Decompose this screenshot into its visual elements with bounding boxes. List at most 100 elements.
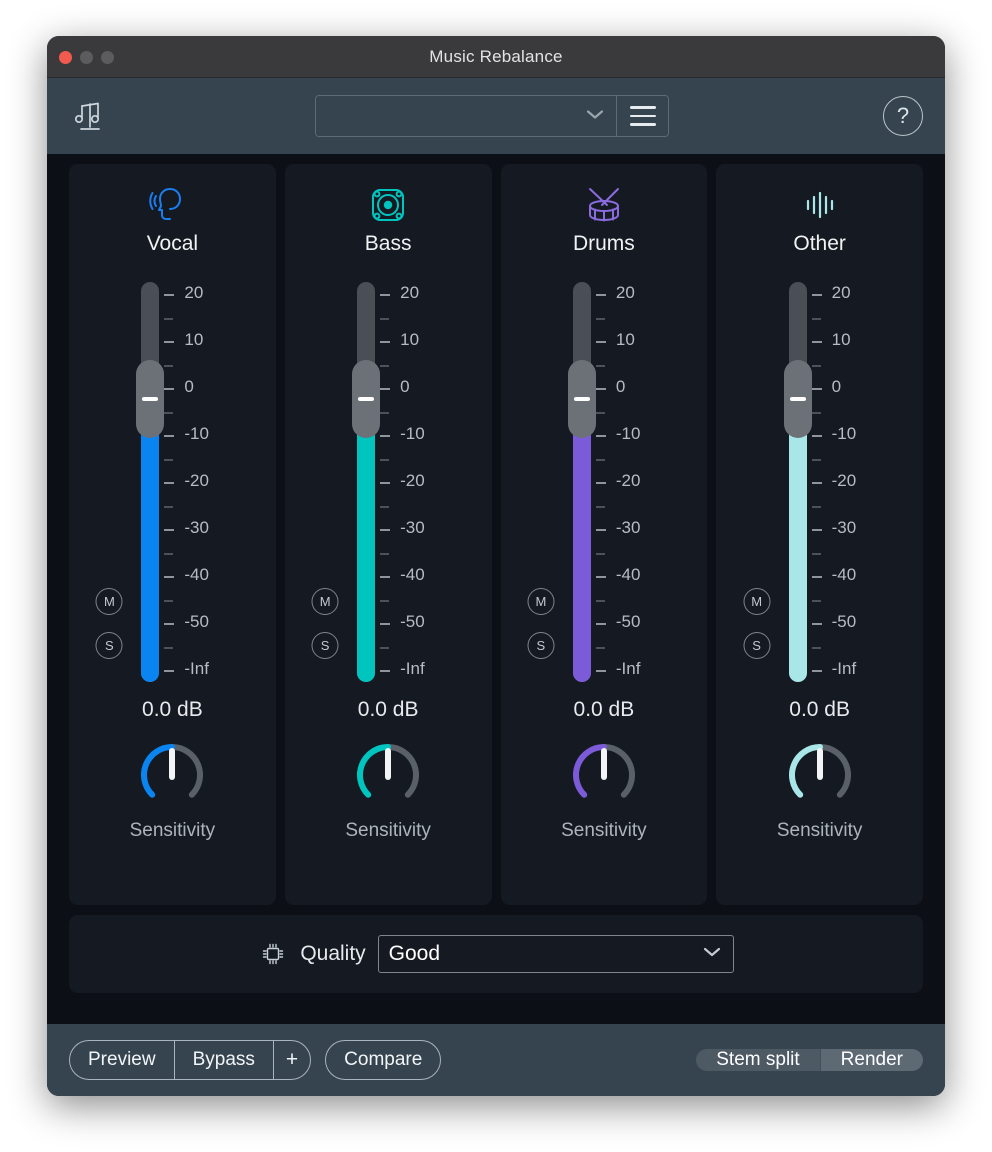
stem-split-button[interactable]: Stem split xyxy=(696,1049,819,1071)
preview-bypass-group: Preview Bypass + xyxy=(69,1040,311,1080)
scale-tick-major: -40 xyxy=(812,576,896,577)
solo-button[interactable]: S xyxy=(527,632,554,659)
scale-tick-label: 20 xyxy=(400,283,419,303)
scale-tick-major: -10 xyxy=(812,435,896,436)
channel-name: Vocal xyxy=(147,232,198,256)
sensitivity-knob[interactable] xyxy=(349,736,427,814)
scale-tick-minor xyxy=(380,459,464,460)
scale-tick-label: 10 xyxy=(616,330,635,350)
scale-tick-major: -Inf xyxy=(812,670,896,671)
knob-active-arc xyxy=(360,747,388,795)
solo-button[interactable]: S xyxy=(743,632,770,659)
help-button[interactable]: ? xyxy=(883,96,923,136)
solo-button[interactable]: S xyxy=(96,632,123,659)
speaker-icon xyxy=(366,180,410,230)
db-readout[interactable]: 0.0 dB xyxy=(358,698,419,722)
fader-handle[interactable] xyxy=(568,360,596,438)
scale-tick-minor xyxy=(812,647,896,648)
fader-handle[interactable] xyxy=(352,360,380,438)
knob-active-arc xyxy=(144,747,172,795)
scale-tick-minor xyxy=(812,506,896,507)
scale-tick-minor xyxy=(812,553,896,554)
scale-tick-major: 20 xyxy=(164,294,248,295)
scale-tick-minor xyxy=(596,600,680,601)
sensitivity-knob[interactable] xyxy=(781,736,859,814)
scale-tick-major: -30 xyxy=(164,529,248,530)
scale-tick-label: -40 xyxy=(400,565,425,585)
mute-solo-buttons: M S xyxy=(743,588,770,659)
quality-dropdown[interactable]: Good xyxy=(378,935,734,973)
window-title: Music Rebalance xyxy=(47,47,945,67)
scale-tick-major: -30 xyxy=(596,529,680,530)
sensitivity-knob[interactable] xyxy=(565,736,643,814)
plugin-window: Music Rebalance xyxy=(47,36,945,1096)
volume-fader[interactable] xyxy=(137,282,163,682)
scale-tick-label: -50 xyxy=(832,612,857,632)
solo-button[interactable]: S xyxy=(312,632,339,659)
compare-button[interactable]: Compare xyxy=(326,1041,440,1079)
preview-button[interactable]: Preview xyxy=(70,1041,174,1079)
fader-fill xyxy=(141,399,159,682)
minimize-window-button[interactable] xyxy=(80,51,93,64)
sensitivity-knob[interactable] xyxy=(133,736,211,814)
footer-toolbar: Preview Bypass + Compare Stem split Rend… xyxy=(47,1024,945,1096)
scale-tick-label: 10 xyxy=(184,330,203,350)
volume-fader[interactable] xyxy=(353,282,379,682)
fader-scale: 20100-10-20-30-40-50-Inf xyxy=(164,282,248,682)
scale-tick-label: 0 xyxy=(832,377,841,397)
scale-tick-major: -30 xyxy=(380,529,464,530)
hamburger-menu-icon xyxy=(630,106,656,126)
toolbar: ? xyxy=(47,78,945,154)
scale-tick-major: 0 xyxy=(380,388,464,389)
scale-tick-major: 10 xyxy=(812,341,896,342)
scale-tick-label: -30 xyxy=(184,518,209,538)
scale-tick-label: -20 xyxy=(400,471,425,491)
scale-tick-label: 0 xyxy=(616,377,625,397)
scale-tick-major: -40 xyxy=(164,576,248,577)
scale-tick-minor xyxy=(380,600,464,601)
db-readout[interactable]: 0.0 dB xyxy=(142,698,203,722)
music-balance-icon xyxy=(67,93,113,139)
chevron-down-icon xyxy=(586,108,604,125)
mute-button[interactable]: M xyxy=(527,588,554,615)
mute-solo-buttons: M S xyxy=(96,588,123,659)
hamburger-menu-button[interactable] xyxy=(616,96,668,136)
quality-value: Good xyxy=(379,942,440,966)
scale-tick-major: 20 xyxy=(380,294,464,295)
preset-dropdown[interactable] xyxy=(316,96,616,136)
knob-inactive-arc xyxy=(604,747,632,795)
channel-name: Bass xyxy=(365,232,412,256)
scale-tick-major: 0 xyxy=(812,388,896,389)
fader-handle[interactable] xyxy=(136,360,164,438)
close-window-button[interactable] xyxy=(59,51,72,64)
scale-tick-label: -30 xyxy=(832,518,857,538)
knob-inactive-arc xyxy=(172,747,200,795)
channel-strip-drums: Drums 20100-10-20-30-40-50-Inf M S 0.0 d… xyxy=(501,164,708,905)
render-button[interactable]: Render xyxy=(820,1049,923,1071)
channel-strip-vocal: Vocal 20100-10-20-30-40-50-Inf M S 0.0 d… xyxy=(69,164,276,905)
sensitivity-label: Sensitivity xyxy=(130,820,216,842)
add-button[interactable]: + xyxy=(273,1041,310,1079)
preset-selector-group xyxy=(315,95,669,137)
scale-tick-minor xyxy=(380,412,464,413)
mute-button[interactable]: M xyxy=(312,588,339,615)
scale-tick-label: -Inf xyxy=(184,659,209,679)
scale-tick-label: 20 xyxy=(184,283,203,303)
compare-group: Compare xyxy=(325,1040,441,1080)
fader-handle[interactable] xyxy=(784,360,812,438)
title-bar: Music Rebalance xyxy=(47,36,945,78)
mute-button[interactable]: M xyxy=(743,588,770,615)
db-readout[interactable]: 0.0 dB xyxy=(789,698,850,722)
scale-tick-major: -50 xyxy=(380,623,464,624)
main-content: Vocal 20 10 0 -10 -20 -30 -40 -50 -Inf M S 0.0 d… xyxy=(47,154,945,993)
volume-fader[interactable] xyxy=(569,282,595,682)
mute-button[interactable]: M xyxy=(96,588,123,615)
bypass-button[interactable]: Bypass xyxy=(174,1041,273,1079)
chip-icon xyxy=(258,939,288,969)
scale-tick-minor xyxy=(812,600,896,601)
scale-tick-label: -40 xyxy=(616,565,641,585)
traffic-lights xyxy=(59,36,114,78)
volume-fader[interactable] xyxy=(785,282,811,682)
db-readout[interactable]: 0.0 dB xyxy=(574,698,635,722)
maximize-window-button[interactable] xyxy=(101,51,114,64)
